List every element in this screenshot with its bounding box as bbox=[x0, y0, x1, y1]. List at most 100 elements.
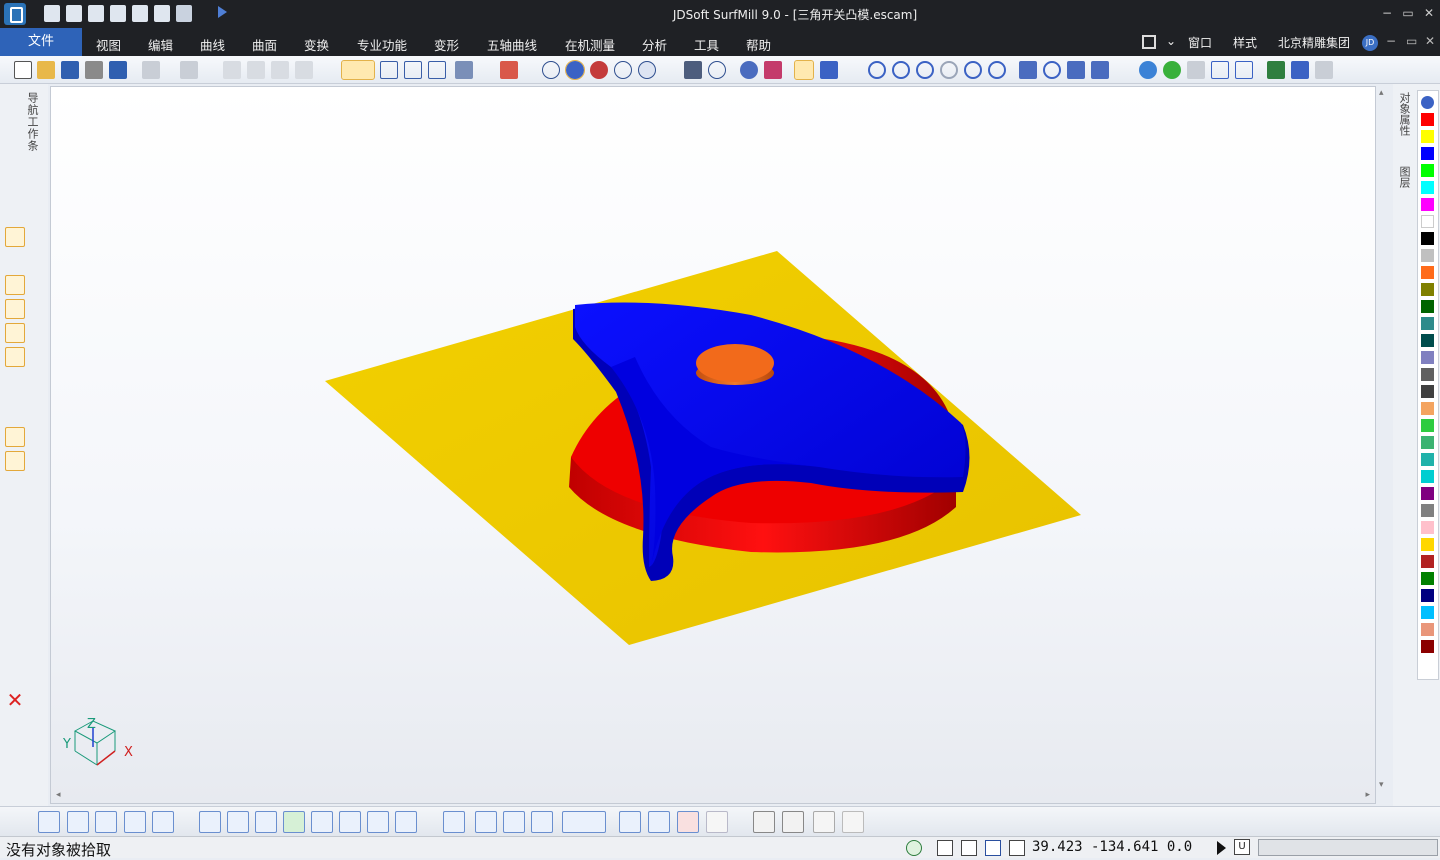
light-bulb-blue-icon[interactable] bbox=[1139, 61, 1157, 79]
menu-surface[interactable]: 曲面 bbox=[252, 35, 277, 54]
select-similar-icon[interactable] bbox=[339, 811, 361, 833]
hidden-line-icon[interactable] bbox=[614, 61, 632, 79]
render-mode-icon[interactable] bbox=[638, 61, 656, 79]
scroll-left-icon[interactable]: ◂ bbox=[56, 790, 61, 800]
color-swatch[interactable] bbox=[1421, 453, 1434, 466]
line-tool-icon[interactable] bbox=[5, 227, 25, 247]
object-properties-tab[interactable]: 对象属性 bbox=[1398, 92, 1412, 136]
select-solid-icon[interactable] bbox=[283, 811, 305, 833]
select-line-icon[interactable] bbox=[227, 811, 249, 833]
undo-selection-icon[interactable] bbox=[813, 811, 835, 833]
color-swatch[interactable] bbox=[1421, 249, 1434, 262]
color-swatch[interactable] bbox=[1421, 572, 1434, 585]
view-front-icon[interactable] bbox=[380, 61, 398, 79]
play-icon[interactable] bbox=[1217, 841, 1226, 855]
ortho-icon[interactable] bbox=[985, 840, 1001, 856]
rotate-zoom-icon[interactable] bbox=[1043, 61, 1061, 79]
material-sphere-icon[interactable] bbox=[590, 61, 608, 79]
grid-icon[interactable] bbox=[684, 61, 702, 79]
clear-selection-icon[interactable] bbox=[842, 811, 864, 833]
surface-tool-1-icon[interactable] bbox=[5, 482, 25, 502]
menu-window[interactable]: 窗口 bbox=[1188, 34, 1212, 51]
list-tool-icon[interactable] bbox=[5, 666, 25, 686]
delete-edge-icon[interactable] bbox=[5, 586, 25, 606]
cut-icon[interactable] bbox=[247, 61, 265, 79]
select-filter-icon[interactable] bbox=[500, 61, 518, 79]
arc-tool-icon[interactable] bbox=[5, 347, 25, 367]
color-swatch[interactable] bbox=[1421, 521, 1434, 534]
shaded-sphere-icon[interactable] bbox=[565, 60, 585, 80]
color-swatch[interactable] bbox=[1421, 317, 1434, 330]
snapshot-icon[interactable] bbox=[1211, 61, 1229, 79]
grid-snap-icon[interactable] bbox=[961, 840, 977, 856]
color-swatch[interactable] bbox=[1421, 606, 1434, 619]
back-arrow-icon[interactable] bbox=[1291, 61, 1309, 79]
color-swatch[interactable] bbox=[1421, 266, 1434, 279]
menu-transform[interactable]: 变换 bbox=[304, 35, 329, 54]
scroll-right-icon[interactable]: ▸ bbox=[1365, 790, 1370, 800]
link-tool-icon[interactable] bbox=[5, 642, 25, 662]
list-settings-icon[interactable] bbox=[820, 61, 838, 79]
select-curve-icon[interactable] bbox=[124, 811, 146, 833]
menu-file[interactable]: 文件 bbox=[0, 28, 82, 56]
3d-viewport[interactable]: Z Y X bbox=[50, 86, 1376, 804]
select-polygon-icon[interactable] bbox=[152, 811, 174, 833]
scroll-up-icon[interactable]: ▴ bbox=[1379, 88, 1384, 98]
cross-select-icon[interactable] bbox=[648, 811, 670, 833]
close-button[interactable]: ✕ bbox=[1422, 6, 1436, 20]
color-swatch[interactable] bbox=[1421, 555, 1434, 568]
color-swatch[interactable] bbox=[1421, 147, 1434, 160]
circle-tool-icon[interactable] bbox=[5, 323, 25, 343]
select-all-icon[interactable] bbox=[395, 811, 417, 833]
select-point-icon[interactable] bbox=[199, 811, 221, 833]
color-swatch[interactable] bbox=[1421, 623, 1434, 636]
zoom-window-icon[interactable] bbox=[868, 61, 886, 79]
point-line-tool-icon[interactable] bbox=[5, 275, 25, 295]
select-connected-icon[interactable] bbox=[367, 811, 389, 833]
horizontal-scrollbar[interactable]: ◂ ▸ bbox=[56, 790, 1370, 802]
color-swatch[interactable] bbox=[1421, 351, 1434, 364]
color-swatch[interactable] bbox=[1421, 436, 1434, 449]
zoom-all-icon[interactable] bbox=[964, 61, 982, 79]
print-toolbar-icon[interactable] bbox=[85, 61, 103, 79]
dimension-tool-icon[interactable] bbox=[5, 371, 25, 391]
save-disk-icon[interactable] bbox=[61, 61, 79, 79]
load-selection-icon[interactable] bbox=[782, 811, 804, 833]
new-document-icon[interactable] bbox=[14, 61, 32, 79]
redo-icon[interactable] bbox=[180, 61, 198, 79]
multi-line-tool-icon[interactable] bbox=[5, 251, 25, 271]
snap-icon[interactable] bbox=[794, 60, 814, 80]
filter-1-icon[interactable] bbox=[443, 811, 465, 833]
filter-2-icon[interactable] bbox=[475, 811, 497, 833]
menu-edit[interactable]: 编辑 bbox=[148, 35, 173, 54]
user-avatar[interactable]: JD bbox=[1362, 35, 1378, 51]
color-swatch[interactable] bbox=[1421, 419, 1434, 432]
color-swatch[interactable] bbox=[1421, 402, 1434, 415]
view-top-icon[interactable] bbox=[404, 61, 422, 79]
select-box-icon[interactable] bbox=[67, 811, 89, 833]
chevron-down-icon[interactable]: ⌄ bbox=[1166, 34, 1176, 48]
circle-icon[interactable] bbox=[708, 61, 726, 79]
layers-tab[interactable]: 图层 bbox=[1398, 166, 1412, 188]
rotate-view-icon[interactable] bbox=[1091, 61, 1109, 79]
grid-point-tool-icon[interactable] bbox=[5, 427, 25, 447]
edit-tool-icon[interactable] bbox=[5, 562, 25, 582]
restore-button[interactable]: ▭ bbox=[1401, 6, 1415, 20]
expand-tools-icon[interactable] bbox=[5, 184, 25, 204]
color-swatch[interactable] bbox=[1421, 232, 1434, 245]
menu-analysis[interactable]: 分析 bbox=[642, 35, 667, 54]
add-select-icon[interactable] bbox=[677, 811, 699, 833]
color-swatch[interactable] bbox=[1421, 538, 1434, 551]
close-x-icon[interactable]: ✕ bbox=[5, 690, 25, 710]
color-swatch[interactable] bbox=[1421, 487, 1434, 500]
color-swatch[interactable] bbox=[1421, 283, 1434, 296]
zoom-previous-icon[interactable] bbox=[940, 61, 958, 79]
select-surface-icon[interactable] bbox=[255, 811, 277, 833]
zoom-out-icon[interactable] bbox=[892, 61, 910, 79]
palette-settings-icon[interactable] bbox=[1421, 96, 1434, 109]
zoom-in-icon[interactable] bbox=[916, 61, 934, 79]
mdi-restore-button[interactable]: ▭ bbox=[1406, 34, 1417, 48]
menu-view[interactable]: 视图 bbox=[96, 35, 121, 54]
trim-tool-icon[interactable] bbox=[5, 395, 25, 415]
color-swatch[interactable] bbox=[1421, 640, 1434, 653]
